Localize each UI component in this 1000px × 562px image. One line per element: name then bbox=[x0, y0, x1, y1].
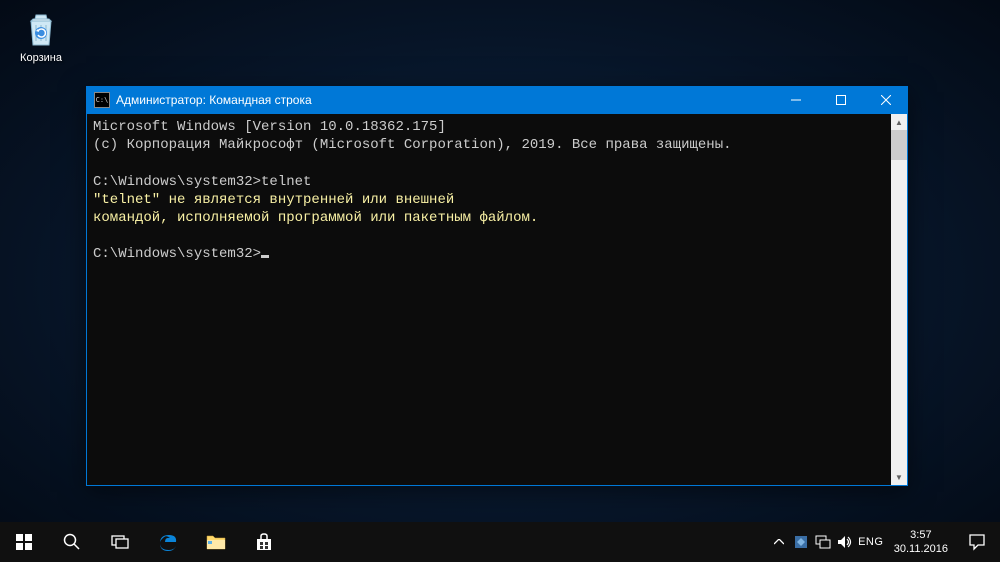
line-error2: командой, исполняемой программой или пак… bbox=[93, 210, 538, 226]
taskbar-spacer bbox=[288, 522, 766, 562]
notification-center-button[interactable] bbox=[956, 533, 998, 551]
cursor bbox=[261, 255, 269, 258]
close-button[interactable] bbox=[863, 86, 908, 114]
explorer-button[interactable] bbox=[192, 522, 240, 562]
store-button[interactable] bbox=[240, 522, 288, 562]
recycle-bin-label: Корзина bbox=[10, 52, 72, 64]
taskbar: ENG 3:57 30.11.2016 bbox=[0, 522, 1000, 562]
line-command1: telnet bbox=[261, 174, 311, 190]
volume-icon[interactable] bbox=[834, 522, 856, 562]
recycle-bin[interactable]: Корзина bbox=[10, 8, 72, 64]
search-button[interactable] bbox=[48, 522, 96, 562]
line-error1: "telnet" не является внутренней или внеш… bbox=[93, 192, 454, 208]
taskview-button[interactable] bbox=[96, 522, 144, 562]
cmd-body[interactable]: Microsoft Windows [Version 10.0.18362.17… bbox=[86, 114, 908, 486]
clock-date: 30.11.2016 bbox=[894, 542, 948, 556]
line-prompt1: C:\Windows\system32> bbox=[93, 174, 261, 190]
line-copyright: (c) Корпорация Майкрософт (Microsoft Cor… bbox=[93, 137, 732, 153]
tray-chevron-icon[interactable] bbox=[768, 522, 790, 562]
edge-button[interactable] bbox=[144, 522, 192, 562]
cmd-output: Microsoft Windows [Version 10.0.18362.17… bbox=[87, 114, 907, 268]
scroll-up-arrow[interactable]: ▲ bbox=[891, 114, 907, 130]
scroll-down-arrow[interactable]: ▼ bbox=[891, 469, 907, 485]
line-prompt2: C:\Windows\system32> bbox=[93, 246, 261, 262]
titlebar[interactable]: Администратор: Командная строка bbox=[86, 86, 908, 114]
language-indicator[interactable]: ENG bbox=[856, 522, 886, 562]
scroll-thumb[interactable] bbox=[891, 130, 907, 160]
tray-app-icon[interactable] bbox=[790, 522, 812, 562]
minimize-button[interactable] bbox=[773, 86, 818, 114]
line-version: Microsoft Windows [Version 10.0.18362.17… bbox=[93, 119, 446, 135]
start-button[interactable] bbox=[0, 522, 48, 562]
network-icon[interactable] bbox=[812, 522, 834, 562]
recycle-bin-icon bbox=[20, 8, 62, 50]
cmd-window: Администратор: Командная строка Microsof… bbox=[86, 86, 908, 486]
system-tray: ENG 3:57 30.11.2016 bbox=[766, 522, 1000, 562]
scrollbar[interactable]: ▲ ▼ bbox=[891, 114, 907, 485]
maximize-button[interactable] bbox=[818, 86, 863, 114]
clock[interactable]: 3:57 30.11.2016 bbox=[886, 528, 956, 557]
window-title: Администратор: Командная строка bbox=[116, 93, 773, 107]
cmd-icon bbox=[94, 92, 110, 108]
clock-time: 3:57 bbox=[910, 528, 931, 542]
